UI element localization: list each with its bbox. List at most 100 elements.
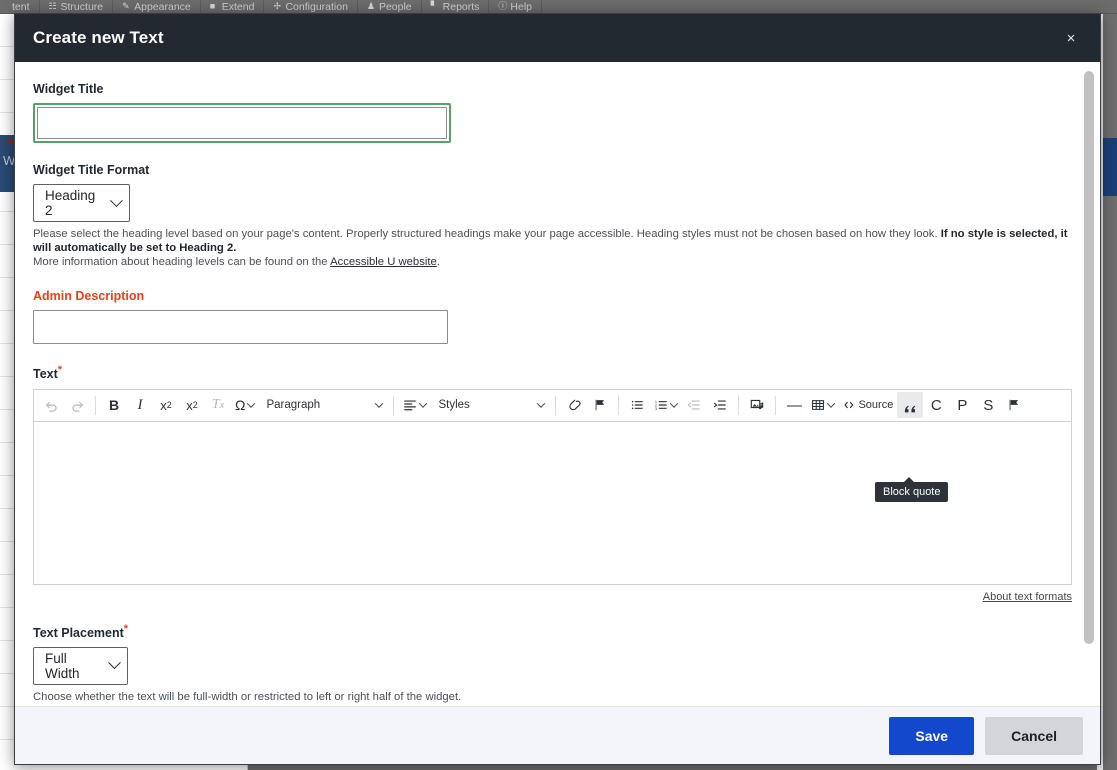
indent-icon[interactable] [707,392,733,418]
custom-p-icon[interactable]: P [949,392,975,418]
bulleted-list-icon[interactable] [624,392,650,418]
styles-select[interactable]: Styles [430,392,550,418]
numbered-list-icon[interactable]: 123 [650,392,681,418]
toolbar-separator [618,395,620,415]
tooltip-arrow [904,477,914,482]
toolbar-item-label: Extend [221,0,255,13]
chevron-down-icon [110,193,123,207]
toolbar-item-extend[interactable]: ■ Extend [201,0,265,13]
source-icon[interactable]: Source [838,392,897,418]
undo-icon[interactable] [38,392,64,418]
dialog-body: Widget Title Widget Title Format Heading… [15,62,1100,706]
help-text-line2-post: . [436,255,440,268]
toolbar-item-label: Appearance [134,0,191,13]
toolbar-separator [95,395,96,415]
redo-icon[interactable] [64,392,90,418]
media-icon[interactable] [744,392,770,418]
close-icon[interactable]: × [1056,23,1086,53]
create-new-text-dialog: Create new Text × Widget Title Widget Ti… [14,13,1101,765]
widget-title-focus-ring [33,103,451,143]
outdent-icon[interactable] [681,392,707,418]
widget-title-format-label: Widget Title Format [33,163,150,177]
widget-title-format-select[interactable]: Heading 2 [33,184,130,222]
paragraph-format-select[interactable]: Paragraph [258,392,388,418]
widget-title-format-help: Please select the heading level based on… [33,228,1073,269]
tooltip-text: Block quote [883,486,941,498]
paintbrush-icon: ✎ [122,1,130,11]
superscript-icon[interactable]: x2 [153,392,179,418]
block-quote-icon[interactable] [897,392,924,418]
cancel-button[interactable]: Cancel [985,716,1083,755]
text-placement-label-text: Text Placement [33,625,124,640]
svg-text:3: 3 [655,407,657,411]
custom-s-icon[interactable]: S [975,392,1001,418]
styles-value: Styles [438,399,470,411]
background-blue-marker [1103,138,1117,196]
dialog-header: Create new Text × [15,14,1100,62]
text-label: Text* [33,364,1084,381]
structure-icon: ☷ [48,1,57,11]
admin-description-label: Admin Description [33,289,145,304]
toolbar-item-content[interactable]: tent [0,0,40,13]
italic-icon[interactable]: I [127,392,153,418]
toolbar-item-label: People [378,0,412,13]
custom-flag-icon[interactable] [1001,392,1027,418]
table-icon[interactable] [807,392,838,418]
help-text-part1: Please select the heading level based on… [33,228,941,240]
text-placement-select[interactable]: Full Width [33,646,128,685]
remove-format-icon[interactable]: Tx [205,392,231,418]
bold-icon[interactable]: B [101,392,127,418]
text-alignment-icon[interactable] [399,392,430,418]
dialog-scrollbar-track[interactable] [1084,66,1097,702]
widget-title-input[interactable] [37,107,447,139]
source-label: Source [858,399,894,411]
special-character-icon[interactable]: Ω [231,392,258,418]
text-label-text: Text [33,367,58,382]
accessible-u-link[interactable]: Accessible U website [330,256,437,268]
save-button[interactable]: Save [889,716,975,755]
toolbar-item-label: Reports [442,0,480,13]
custom-c-icon[interactable]: C [923,392,949,418]
paragraph-format-value: Paragraph [266,399,321,411]
dialog-scrollbar-thumb[interactable] [1084,71,1094,644]
link-icon[interactable] [561,392,587,418]
plug-icon: ■ [209,1,216,11]
help-text-line2-pre: More information about heading levels ca… [33,255,331,268]
toolbar-item-help[interactable]: ⓘ Help [489,0,543,13]
chevron-down-icon [670,399,679,408]
toolbar-item-label: tent [12,0,30,13]
help-icon: ⓘ [498,1,508,11]
widget-title-format-value: Heading 2 [45,188,96,218]
people-icon: ♟ [366,1,376,11]
bar-chart-icon: ▘ [430,1,438,11]
anchor-icon[interactable] [587,392,613,418]
toolbar-separator [775,395,777,415]
text-editor-content[interactable] [33,420,1072,585]
chevron-down-icon [247,399,256,408]
wrench-icon: ✢ [273,1,282,11]
toolbar-item-label: Help [510,0,533,13]
horizontal-line-icon[interactable]: — [781,392,807,418]
admin-description-input[interactable] [33,310,448,345]
chevron-down-icon [419,399,428,408]
toolbar-item-configuration[interactable]: ✢ Configuration [264,0,358,13]
toolbar-item-people[interactable]: ♟ People [358,0,422,13]
toolbar-separator [393,395,395,415]
required-marker: * [57,364,63,377]
dialog-title: Create new Text [33,28,164,47]
toolbar-item-appearance[interactable]: ✎ Appearance [113,0,201,13]
omega-glyph: Ω [235,397,246,413]
text-placement-value: Full Width [45,650,80,681]
chevron-down-icon [537,399,546,408]
text-placement-label: Text Placement* [33,623,1084,640]
chevron-down-icon [827,399,836,408]
block-quote-tooltip: Block quote [875,477,949,502]
chevron-down-icon [375,399,384,408]
toolbar-item-reports[interactable]: ▘ Reports [422,0,490,13]
subscript-icon[interactable]: x2 [179,392,205,418]
toolbar-item-structure[interactable]: ☷ Structure [40,0,114,13]
content-icon [0,2,9,11]
about-text-formats-link[interactable]: About text formats [983,591,1072,603]
admin-toolbar: tent ☷ Structure ✎ Appearance ■ Extend ✢… [0,0,1117,14]
about-text-formats: About text formats [33,591,1072,603]
